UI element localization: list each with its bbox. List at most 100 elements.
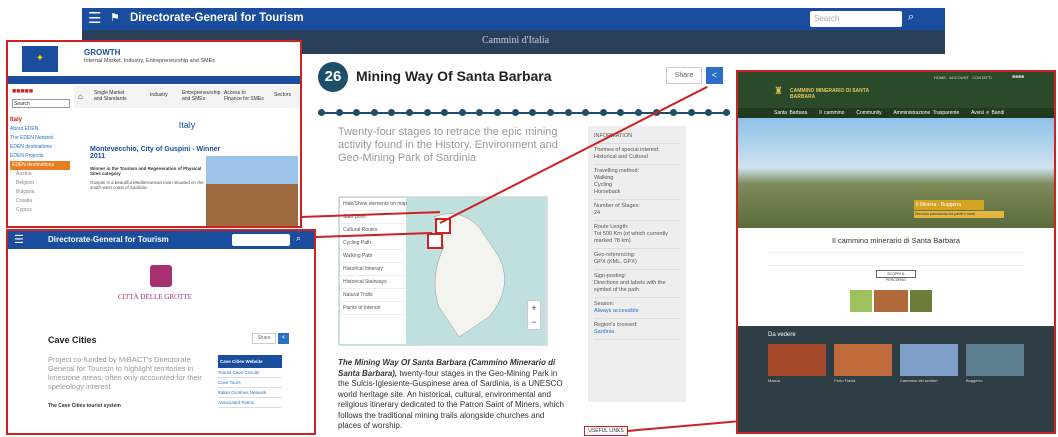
cammino-panel: HOME ACCOUNT CONTATTI ■■■■ ♜ CAMMINO MIN… — [736, 70, 1056, 434]
stage-dot[interactable] — [634, 109, 642, 116]
sidebar-item[interactable]: Italy — [10, 116, 70, 125]
caves-text: The Cave Cities tourist system — [48, 403, 121, 409]
growth-nav-item[interactable]: Single Market and Standards — [94, 90, 134, 102]
social-icons[interactable]: ■■■■■ — [12, 88, 33, 95]
sidebar-subitem[interactable]: Bulgaria — [10, 188, 70, 197]
zoom-control[interactable]: + − — [527, 300, 541, 330]
share-icon[interactable]: < — [706, 67, 723, 84]
growth-nav-item[interactable]: Access to Finance for SMEs — [224, 90, 264, 102]
caves-link[interactable]: Cave Tours — [218, 378, 282, 388]
info-label: Sign-posting: — [594, 273, 627, 279]
cave-cities-panel: ☰ Directorate-General for Tourism ⌕ CITT… — [6, 229, 316, 435]
cammino-nav-item[interactable]: Avvisi e Bandi — [971, 110, 1004, 116]
stage-dot[interactable] — [476, 109, 484, 116]
cammino-nav-item[interactable]: Il cammino — [819, 110, 844, 116]
info-value: Horseback — [594, 189, 621, 195]
top-link[interactable]: CONTATTI — [972, 75, 991, 80]
top-link[interactable]: ACCOUNT — [949, 75, 969, 80]
header-title: Directorate-General for Tourism — [130, 12, 304, 24]
top-link[interactable]: HOME — [934, 75, 946, 80]
growth-nav-item[interactable]: Industry — [150, 92, 168, 98]
info-value: 24 — [594, 210, 601, 216]
gallery-item[interactable] — [768, 344, 826, 376]
gallery-item[interactable] — [966, 344, 1024, 376]
stage-dot[interactable] — [582, 109, 590, 116]
growth-search-input[interactable]: Search — [12, 99, 70, 108]
growth-nav-item[interactable]: Entrepreneurship and SMEs — [182, 90, 220, 102]
caves-search-input[interactable] — [232, 234, 290, 246]
caves-link[interactable]: Italian Grottoes Network — [218, 388, 282, 398]
search-icon[interactable]: ⌕ — [908, 11, 914, 24]
stage-dot[interactable] — [617, 109, 625, 116]
sidebar-subitem[interactable]: Cyprus — [10, 206, 70, 215]
legend-item[interactable]: Historical Stairways — [340, 276, 406, 289]
stage-dot[interactable] — [564, 109, 572, 116]
cammino-nav-item[interactable]: Santa Barbara — [774, 110, 807, 116]
stage-dot[interactable] — [599, 109, 607, 116]
sidebar-item[interactable]: The EDEN Network — [10, 134, 70, 143]
stage-dot[interactable] — [723, 109, 730, 116]
promo-photo — [874, 290, 908, 312]
info-value: Directions and labels with the symbol of… — [594, 280, 666, 293]
stage-dot[interactable] — [406, 109, 414, 116]
stage-dot[interactable] — [388, 109, 396, 116]
share-button[interactable]: Share — [252, 333, 276, 344]
caves-link[interactable]: Tourist Cave Circuits — [218, 368, 282, 378]
caves-link[interactable]: Associated Towns — [218, 398, 282, 408]
gallery-item[interactable] — [900, 344, 958, 376]
sidebar-item[interactable]: EDEN destinations — [10, 143, 70, 152]
sidebar-item-active[interactable]: EDEN destinations — [10, 161, 70, 170]
sidebar-subitem[interactable]: Austria — [10, 170, 70, 179]
hamburger-icon[interactable]: ☰ — [14, 233, 24, 246]
info-value: Historical and Cultural — [594, 154, 648, 160]
stage-dot[interactable] — [441, 109, 449, 116]
stage-dot[interactable] — [705, 109, 713, 116]
stage-dot[interactable] — [423, 109, 431, 116]
cammino-intro-lines — [768, 252, 1024, 266]
info-label: Number of Stages: — [594, 203, 640, 209]
search-input[interactable]: Search — [810, 11, 902, 27]
stage-dot[interactable] — [353, 109, 361, 116]
sidebar-item[interactable]: EDEN Projects — [10, 152, 70, 161]
info-label: Geo-referencing: — [594, 252, 636, 258]
info-value[interactable]: Always accessible — [594, 308, 680, 315]
stage-dot[interactable] — [529, 109, 537, 116]
stage-dot[interactable] — [687, 109, 695, 116]
info-value[interactable]: Sardinia — [594, 329, 680, 336]
useful-links-button[interactable]: USEFUL LINKS — [584, 426, 628, 436]
growth-breadcrumb-bar — [8, 76, 300, 84]
story-photo — [206, 156, 298, 226]
cammino-nav-item[interactable]: Community — [856, 110, 881, 116]
legend-item[interactable]: Historical Itinerary — [340, 263, 406, 276]
connector-line — [626, 420, 739, 432]
sidebar-subitem[interactable]: Croatia — [10, 197, 70, 206]
sidebar-item[interactable]: About EDEN — [10, 125, 70, 134]
gallery-item[interactable] — [834, 344, 892, 376]
legend-item[interactable]: Cycling Path — [340, 237, 406, 250]
cammino-nav-item[interactable]: Amministrazione Trasparente — [893, 110, 959, 116]
legend-item[interactable]: Points of Interest — [340, 302, 406, 315]
hamburger-icon[interactable]: ☰ — [88, 10, 106, 28]
share-button[interactable]: Share — [666, 67, 702, 84]
social-icons[interactable]: ■■■■ — [1012, 74, 1024, 80]
legend-item[interactable]: Natural Trails — [340, 289, 406, 302]
search-icon[interactable]: ⌕ — [296, 233, 301, 244]
share-icon[interactable]: < — [278, 333, 289, 344]
map-legend: Hide/Show elements on map Start point Cu… — [340, 198, 407, 344]
stage-dot[interactable] — [318, 109, 325, 116]
home-icon[interactable]: ⌂ — [78, 92, 83, 101]
stage-dot[interactable] — [458, 109, 466, 116]
sidebar-subitem[interactable]: Belgium — [10, 179, 70, 188]
discover-button[interactable]: SCOPRI IL PERCORSO — [876, 270, 916, 282]
stage-dot[interactable] — [546, 109, 554, 116]
stage-dot[interactable] — [670, 109, 678, 116]
caves-lead: Project co-funded by MiBACT's Directorat… — [48, 355, 202, 391]
stage-dot[interactable] — [511, 109, 519, 116]
stage-dot[interactable] — [370, 109, 378, 116]
growth-nav-item[interactable]: Sectors — [274, 92, 291, 98]
map-pin-icon[interactable] — [427, 233, 443, 249]
legend-item[interactable]: Walking Path — [340, 250, 406, 263]
stage-dot[interactable] — [335, 109, 343, 116]
stage-dot[interactable] — [494, 109, 502, 116]
gallery-title: Da vedere — [768, 332, 796, 338]
